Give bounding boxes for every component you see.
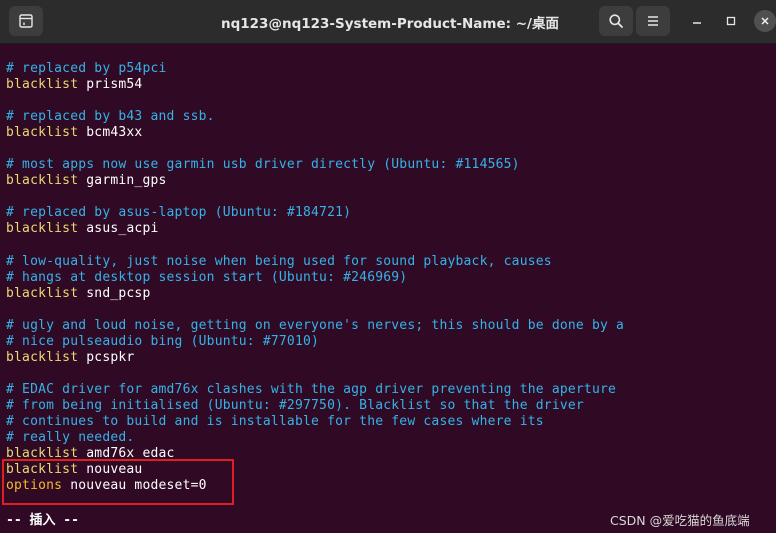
hamburger-menu-icon: [648, 16, 658, 26]
keyword: blacklist: [6, 349, 79, 365]
menu-button[interactable]: [636, 6, 670, 36]
comment-line: # replaced by asus-laptop (Ubuntu: #1847…: [6, 205, 352, 221]
comment-line: # most apps now use garmin usb driver di…: [6, 157, 520, 173]
close-button[interactable]: [754, 10, 776, 32]
search-button[interactable]: [599, 6, 633, 36]
comment-line: # ugly and loud noise, getting on everyo…: [6, 317, 625, 333]
window-title: nq123@nq123-System-Product-Name: ~/桌面: [221, 16, 559, 32]
blacklist-line: blacklist prism54: [6, 77, 770, 93]
keyword: blacklist: [6, 173, 79, 189]
blacklist-line: blacklist garmin_gps: [6, 173, 770, 189]
terminal-text: # replaced by p54pci blacklist prism54 # …: [6, 61, 770, 494]
comment-line: # low-quality, just noise when being use…: [6, 253, 552, 269]
comment-line: # continues to build and is installable …: [6, 414, 544, 430]
new-tab-icon: [19, 14, 33, 28]
highlight-box: [2, 459, 234, 505]
new-tab-button[interactable]: [9, 6, 43, 36]
keyword: blacklist: [6, 125, 79, 141]
maximize-button[interactable]: [720, 10, 742, 32]
comment-line: # from being initialised (Ubuntu: #29775…: [6, 397, 584, 413]
blacklist-line: blacklist bcm43xx: [6, 125, 770, 141]
blacklist-line: blacklist snd_pcsp: [6, 286, 770, 302]
argument: garmin_gps: [78, 173, 167, 189]
keyword: blacklist: [6, 77, 79, 93]
maximize-icon: [726, 16, 736, 26]
title-bar: nq123@nq123-System-Product-Name: ~/桌面: [0, 0, 776, 44]
keyword: blacklist: [6, 221, 79, 237]
vim-mode-status: -- 插入 --: [6, 513, 79, 528]
argument: bcm43xx: [78, 125, 143, 141]
blacklist-line: blacklist asus_acpi: [6, 221, 770, 237]
terminal-area[interactable]: # replaced by p54pci blacklist prism54 # …: [0, 44, 776, 533]
argument: pcspkr: [78, 349, 135, 365]
search-icon: [609, 14, 623, 28]
argument: snd_pcsp: [78, 285, 151, 301]
comment-line: # replaced by b43 and ssb.: [6, 109, 215, 125]
argument: prism54: [78, 77, 143, 93]
blacklist-line: blacklist pcspkr: [6, 350, 770, 366]
comment-line: # replaced by p54pci: [6, 61, 167, 76]
comment-line: # really needed.: [6, 430, 135, 446]
argument: asus_acpi: [78, 221, 159, 237]
comment-line: # EDAC driver for amd76x clashes with th…: [6, 381, 617, 397]
watermark-text: CSDN @爱吃猫的鱼底端: [610, 513, 750, 528]
comment-line: # nice pulseaudio bing (Ubuntu: #77010): [6, 333, 320, 349]
close-icon: [761, 17, 769, 25]
comment-line: # hangs at desktop session start (Ubuntu…: [6, 269, 408, 285]
minimize-icon: [693, 22, 701, 24]
keyword: blacklist: [6, 285, 79, 301]
minimize-button[interactable]: [686, 10, 708, 32]
